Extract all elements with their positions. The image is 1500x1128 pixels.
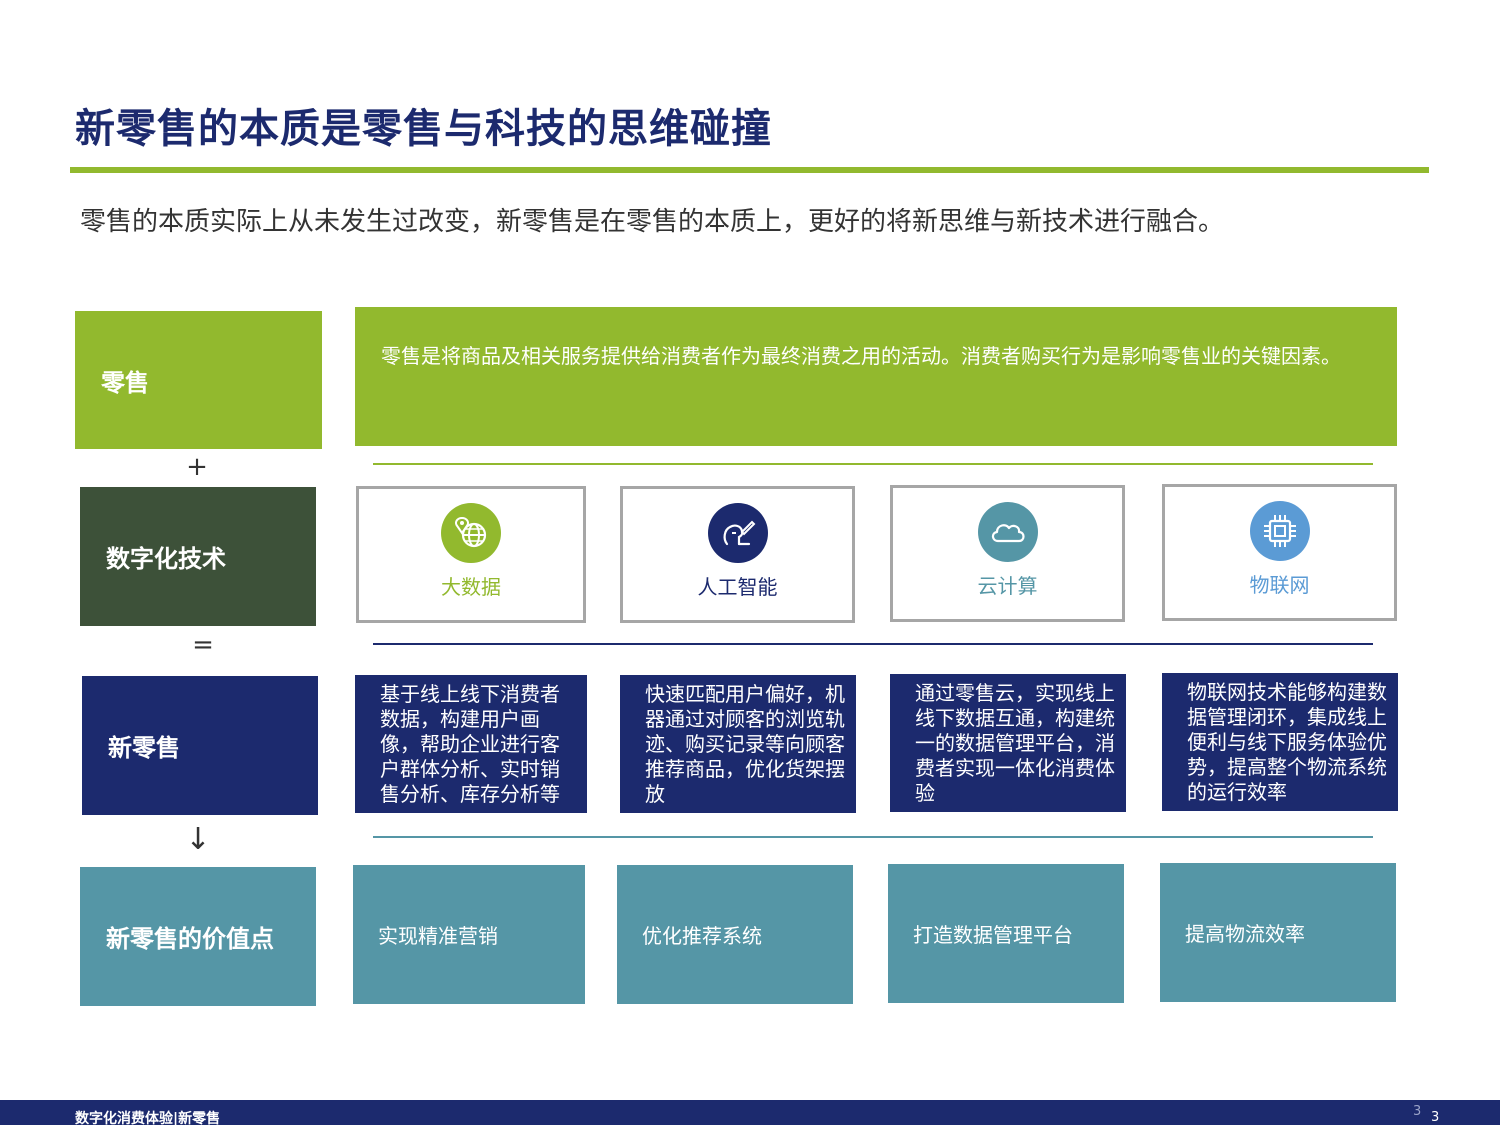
new-retail-label-box: 新零售 — [82, 676, 318, 815]
tech-card-cloud: 云计算 — [890, 485, 1125, 622]
retail-label: 零售 — [101, 368, 149, 397]
desc-card-bigdata: 基于线上线下消费者数据，构建用户画像，帮助企业进行客户群体分析、实时销售分析、库… — [355, 675, 587, 813]
cloud-icon — [977, 502, 1038, 562]
ai-head-icon — [707, 503, 768, 563]
value-card-logistics: 提高物流效率 — [1160, 863, 1396, 1002]
tech-card-bigdata: 大数据 — [356, 486, 586, 623]
new-retail-label: 新零售 — [108, 734, 180, 762]
value-text: 实现精准营销 — [378, 924, 498, 948]
desc-card-ai: 快速匹配用户偏好，机器通过对顾客的浏览轨迹、购买记录等向顾客推荐商品，优化货架摆… — [620, 675, 856, 813]
retail-description-box: 零售是将商品及相关服务提供给消费者作为最终消费之用的活动。消费者购买行为是影响零… — [355, 307, 1397, 446]
value-text: 打造数据管理平台 — [913, 923, 1073, 947]
value-card-marketing: 实现精准营销 — [353, 865, 585, 1004]
page-number-shadow: 3 — [1413, 1104, 1422, 1119]
chip-icon — [1249, 501, 1310, 561]
retail-label-box: 零售 — [75, 311, 322, 449]
desc-text: 物联网技术能够构建数据管理闭环，集成线上便利与线下服务体验优势，提高整个物流系统… — [1187, 680, 1387, 804]
plus-operator: + — [186, 452, 208, 482]
value-text: 提高物流效率 — [1185, 922, 1305, 946]
tech-card-iot: 物联网 — [1162, 484, 1397, 621]
globe-pin-icon — [441, 503, 501, 563]
value-card-data-platform: 打造数据管理平台 — [888, 864, 1124, 1003]
divider-navy — [373, 643, 1373, 645]
tech-card-ai: 人工智能 — [620, 486, 855, 623]
desc-text: 基于线上线下消费者数据，构建用户画像，帮助企业进行客户群体分析、实时销售分析、库… — [380, 682, 560, 806]
value-card-recommendation: 优化推荐系统 — [617, 865, 853, 1004]
footer-label: 数字化消费体验|新零售 — [75, 1111, 221, 1127]
tech-label: 大数据 — [441, 575, 501, 599]
page-number: 3 — [1431, 1110, 1440, 1125]
tech-label: 物联网 — [1249, 573, 1310, 597]
footer-bar — [0, 1100, 1500, 1125]
desc-card-cloud: 通过零售云，实现线上线下数据互通，构建统一的数据管理平台，消费者实现一体化消费体… — [890, 674, 1126, 812]
desc-text: 通过零售云，实现线上线下数据互通，构建统一的数据管理平台，消费者实现一体化消费体… — [915, 681, 1115, 805]
down-arrow-icon: ↓ — [185, 822, 211, 857]
desc-text: 快速匹配用户偏好，机器通过对顾客的浏览轨迹、购买记录等向顾客推荐商品，优化货架摆… — [645, 682, 845, 806]
desc-card-iot: 物联网技术能够构建数据管理闭环，集成线上便利与线下服务体验优势，提高整个物流系统… — [1162, 673, 1398, 811]
digital-tech-label-box: 数字化技术 — [80, 487, 316, 626]
divider-green — [373, 463, 1373, 465]
retail-description: 零售是将商品及相关服务提供给消费者作为最终消费之用的活动。消费者购买行为是影响零… — [381, 344, 1341, 368]
digital-tech-label: 数字化技术 — [106, 545, 226, 573]
title-divider — [70, 167, 1429, 173]
value-points-label: 新零售的价值点 — [106, 925, 274, 953]
value-points-label-box: 新零售的价值点 — [80, 867, 316, 1006]
value-text: 优化推荐系统 — [642, 924, 762, 948]
tech-label: 人工智能 — [697, 575, 778, 599]
tech-label: 云计算 — [977, 574, 1038, 598]
equals-operator: = — [192, 630, 214, 660]
divider-teal — [373, 836, 1373, 838]
page-subtitle: 零售的本质实际上从未发生过改变，新零售是在零售的本质上，更好的将新思维与新技术进… — [80, 207, 1225, 237]
page-title: 新零售的本质是零售与科技的思维碰撞 — [75, 106, 772, 152]
